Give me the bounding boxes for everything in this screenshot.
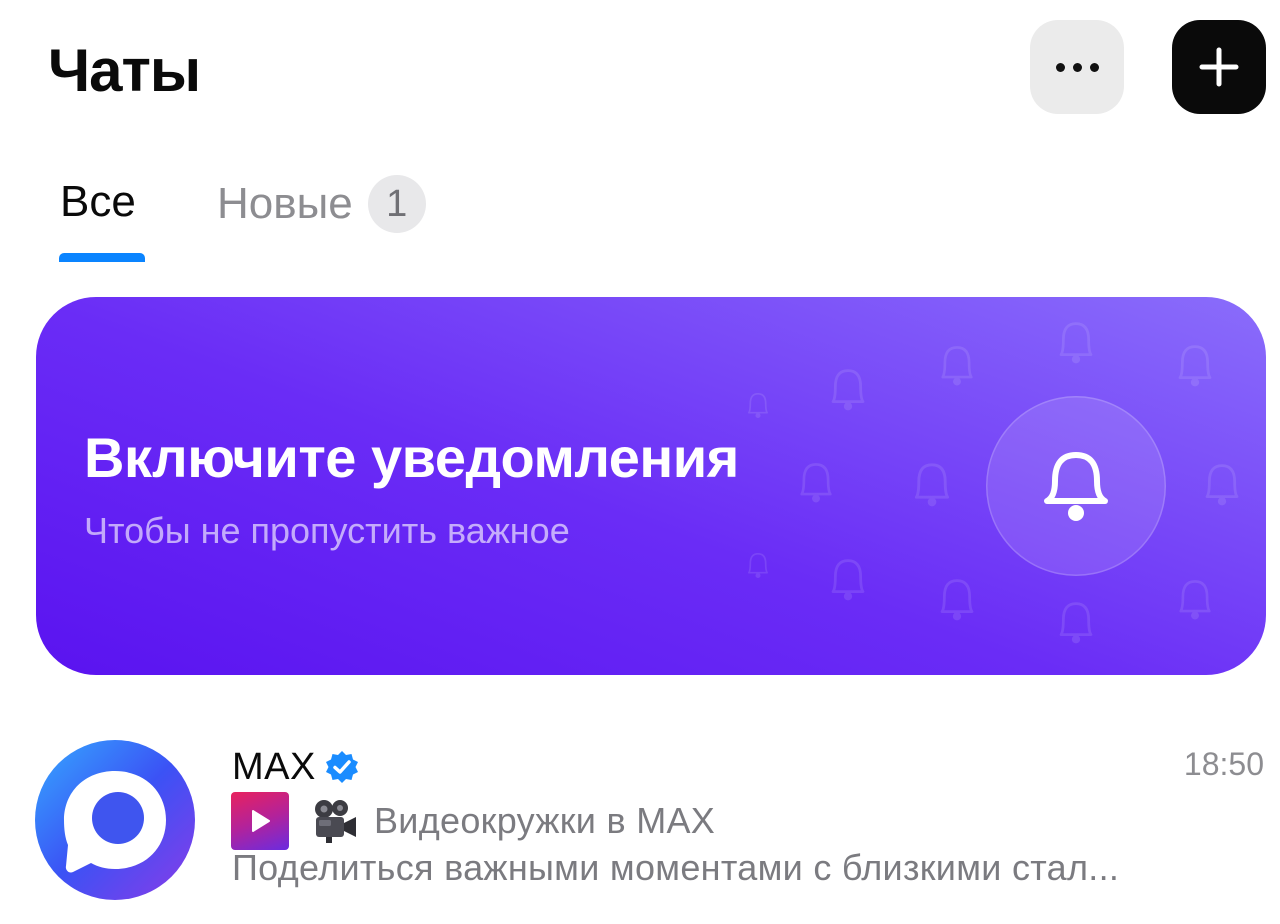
ellipsis-icon — [1055, 62, 1065, 72]
unread-count-badge: 1 — [367, 175, 426, 233]
banner-subtitle: Чтобы не пропустить важное — [84, 510, 570, 551]
tab-new-label: Новые — [217, 179, 353, 228]
preview-title-line: Видеокружки в MAX — [231, 792, 715, 850]
max-logo-icon — [64, 771, 166, 873]
new-chat-button[interactable] — [1172, 20, 1266, 114]
chat-title: MAX — [232, 744, 360, 790]
more-button[interactable] — [1030, 20, 1124, 114]
plus-icon — [1199, 47, 1239, 87]
tab-new[interactable]: Новые 1 — [217, 175, 426, 233]
message-time: 18:50 — [1183, 746, 1264, 782]
bell-button[interactable] — [986, 396, 1166, 576]
active-tab-indicator — [59, 253, 145, 262]
last-message-preview: Поделиться важными моментами с близкими … — [232, 847, 1120, 888]
banner-title: Включите уведомления — [84, 426, 739, 489]
movie-camera-icon — [315, 800, 356, 843]
chat-name: MAX — [232, 746, 316, 788]
preview-title: Видеокружки в MAX — [374, 800, 716, 841]
chat-list-item[interactable]: MAX 18:50 Видеокружки в MAX Поделиться в… — [0, 700, 1280, 924]
avatar — [35, 740, 195, 900]
bell-icon — [1044, 452, 1108, 521]
verified-badge-icon — [325, 751, 358, 783]
video-thumbnail — [231, 792, 289, 850]
tab-all[interactable]: Все — [60, 175, 136, 229]
enable-notifications-banner[interactable]: Включите уведомления Чтобы не пропустить… — [36, 297, 1266, 675]
page-title: Чаты — [48, 37, 201, 104]
play-icon — [252, 810, 270, 832]
